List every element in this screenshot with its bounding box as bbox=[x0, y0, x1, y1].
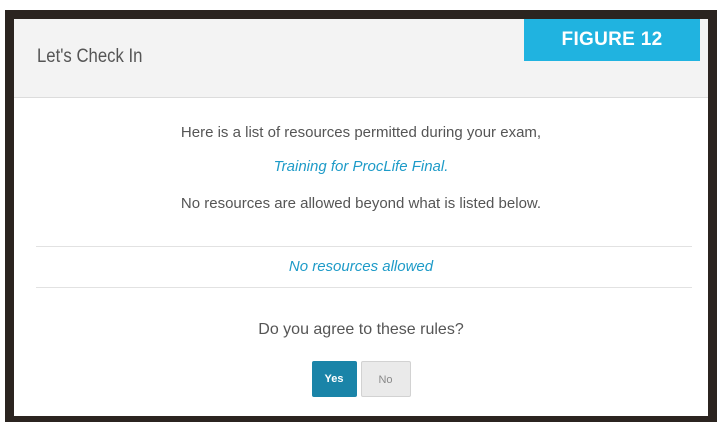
button-group: Yes No bbox=[14, 361, 708, 397]
dialog-header: Let's Check In FIGURE 12 bbox=[14, 19, 708, 98]
resources-list: No resources allowed bbox=[288, 258, 434, 275]
notice-text: No resources are allowed beyond what is … bbox=[180, 195, 542, 212]
divider-top bbox=[36, 246, 692, 247]
dialog-title: Let's Check In bbox=[37, 46, 143, 67]
yes-button[interactable]: Yes bbox=[311, 361, 357, 397]
intro-text: Here is a list of resources permitted du… bbox=[180, 124, 542, 141]
agree-question: Do you agree to these rules? bbox=[258, 321, 464, 338]
exam-name: Training for ProcLife Final. bbox=[273, 158, 449, 175]
no-button[interactable]: No bbox=[360, 361, 411, 397]
divider-bottom bbox=[36, 287, 692, 288]
dialog-body: Here is a list of resources permitted du… bbox=[14, 98, 708, 416]
figure-badge: FIGURE 12 bbox=[524, 19, 700, 61]
dialog-frame: Let's Check In FIGURE 12 Here is a list … bbox=[5, 10, 717, 422]
